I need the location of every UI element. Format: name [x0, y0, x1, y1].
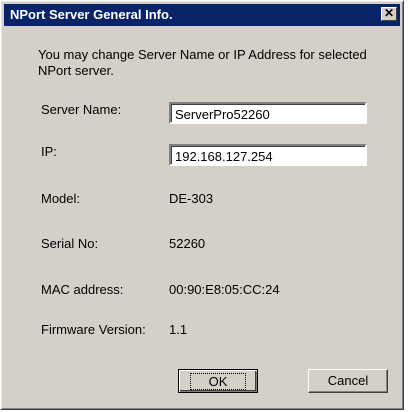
firmware-label: Firmware Version:	[41, 322, 146, 337]
ip-input[interactable]	[169, 144, 367, 166]
title-bar[interactable]: NPort Server General Info. ✕	[4, 4, 400, 26]
close-icon: ✕	[383, 6, 395, 20]
firmware-value: 1.1	[169, 322, 188, 337]
ip-label: IP:	[41, 144, 57, 159]
cancel-button[interactable]: Cancel	[308, 369, 388, 393]
model-label: Model:	[41, 191, 81, 206]
ok-button[interactable]: OK	[178, 369, 258, 393]
model-value: DE-303	[169, 191, 214, 206]
close-button[interactable]: ✕	[381, 7, 397, 21]
dialog-window: NPort Server General Info. ✕ You may cha…	[0, 0, 404, 410]
window-title: NPort Server General Info.	[10, 7, 173, 22]
mac-label: MAC address:	[41, 282, 124, 297]
serial-label: Serial No:	[41, 236, 99, 251]
ok-button-label: OK	[189, 373, 247, 390]
serial-value: 52260	[169, 236, 206, 251]
server-name-label: Server Name:	[41, 102, 122, 117]
mac-value: 00:90:E8:05:CC:24	[169, 282, 280, 297]
server-name-input[interactable]	[169, 102, 367, 124]
description-text: You may change Server Name or IP Address…	[38, 47, 367, 78]
